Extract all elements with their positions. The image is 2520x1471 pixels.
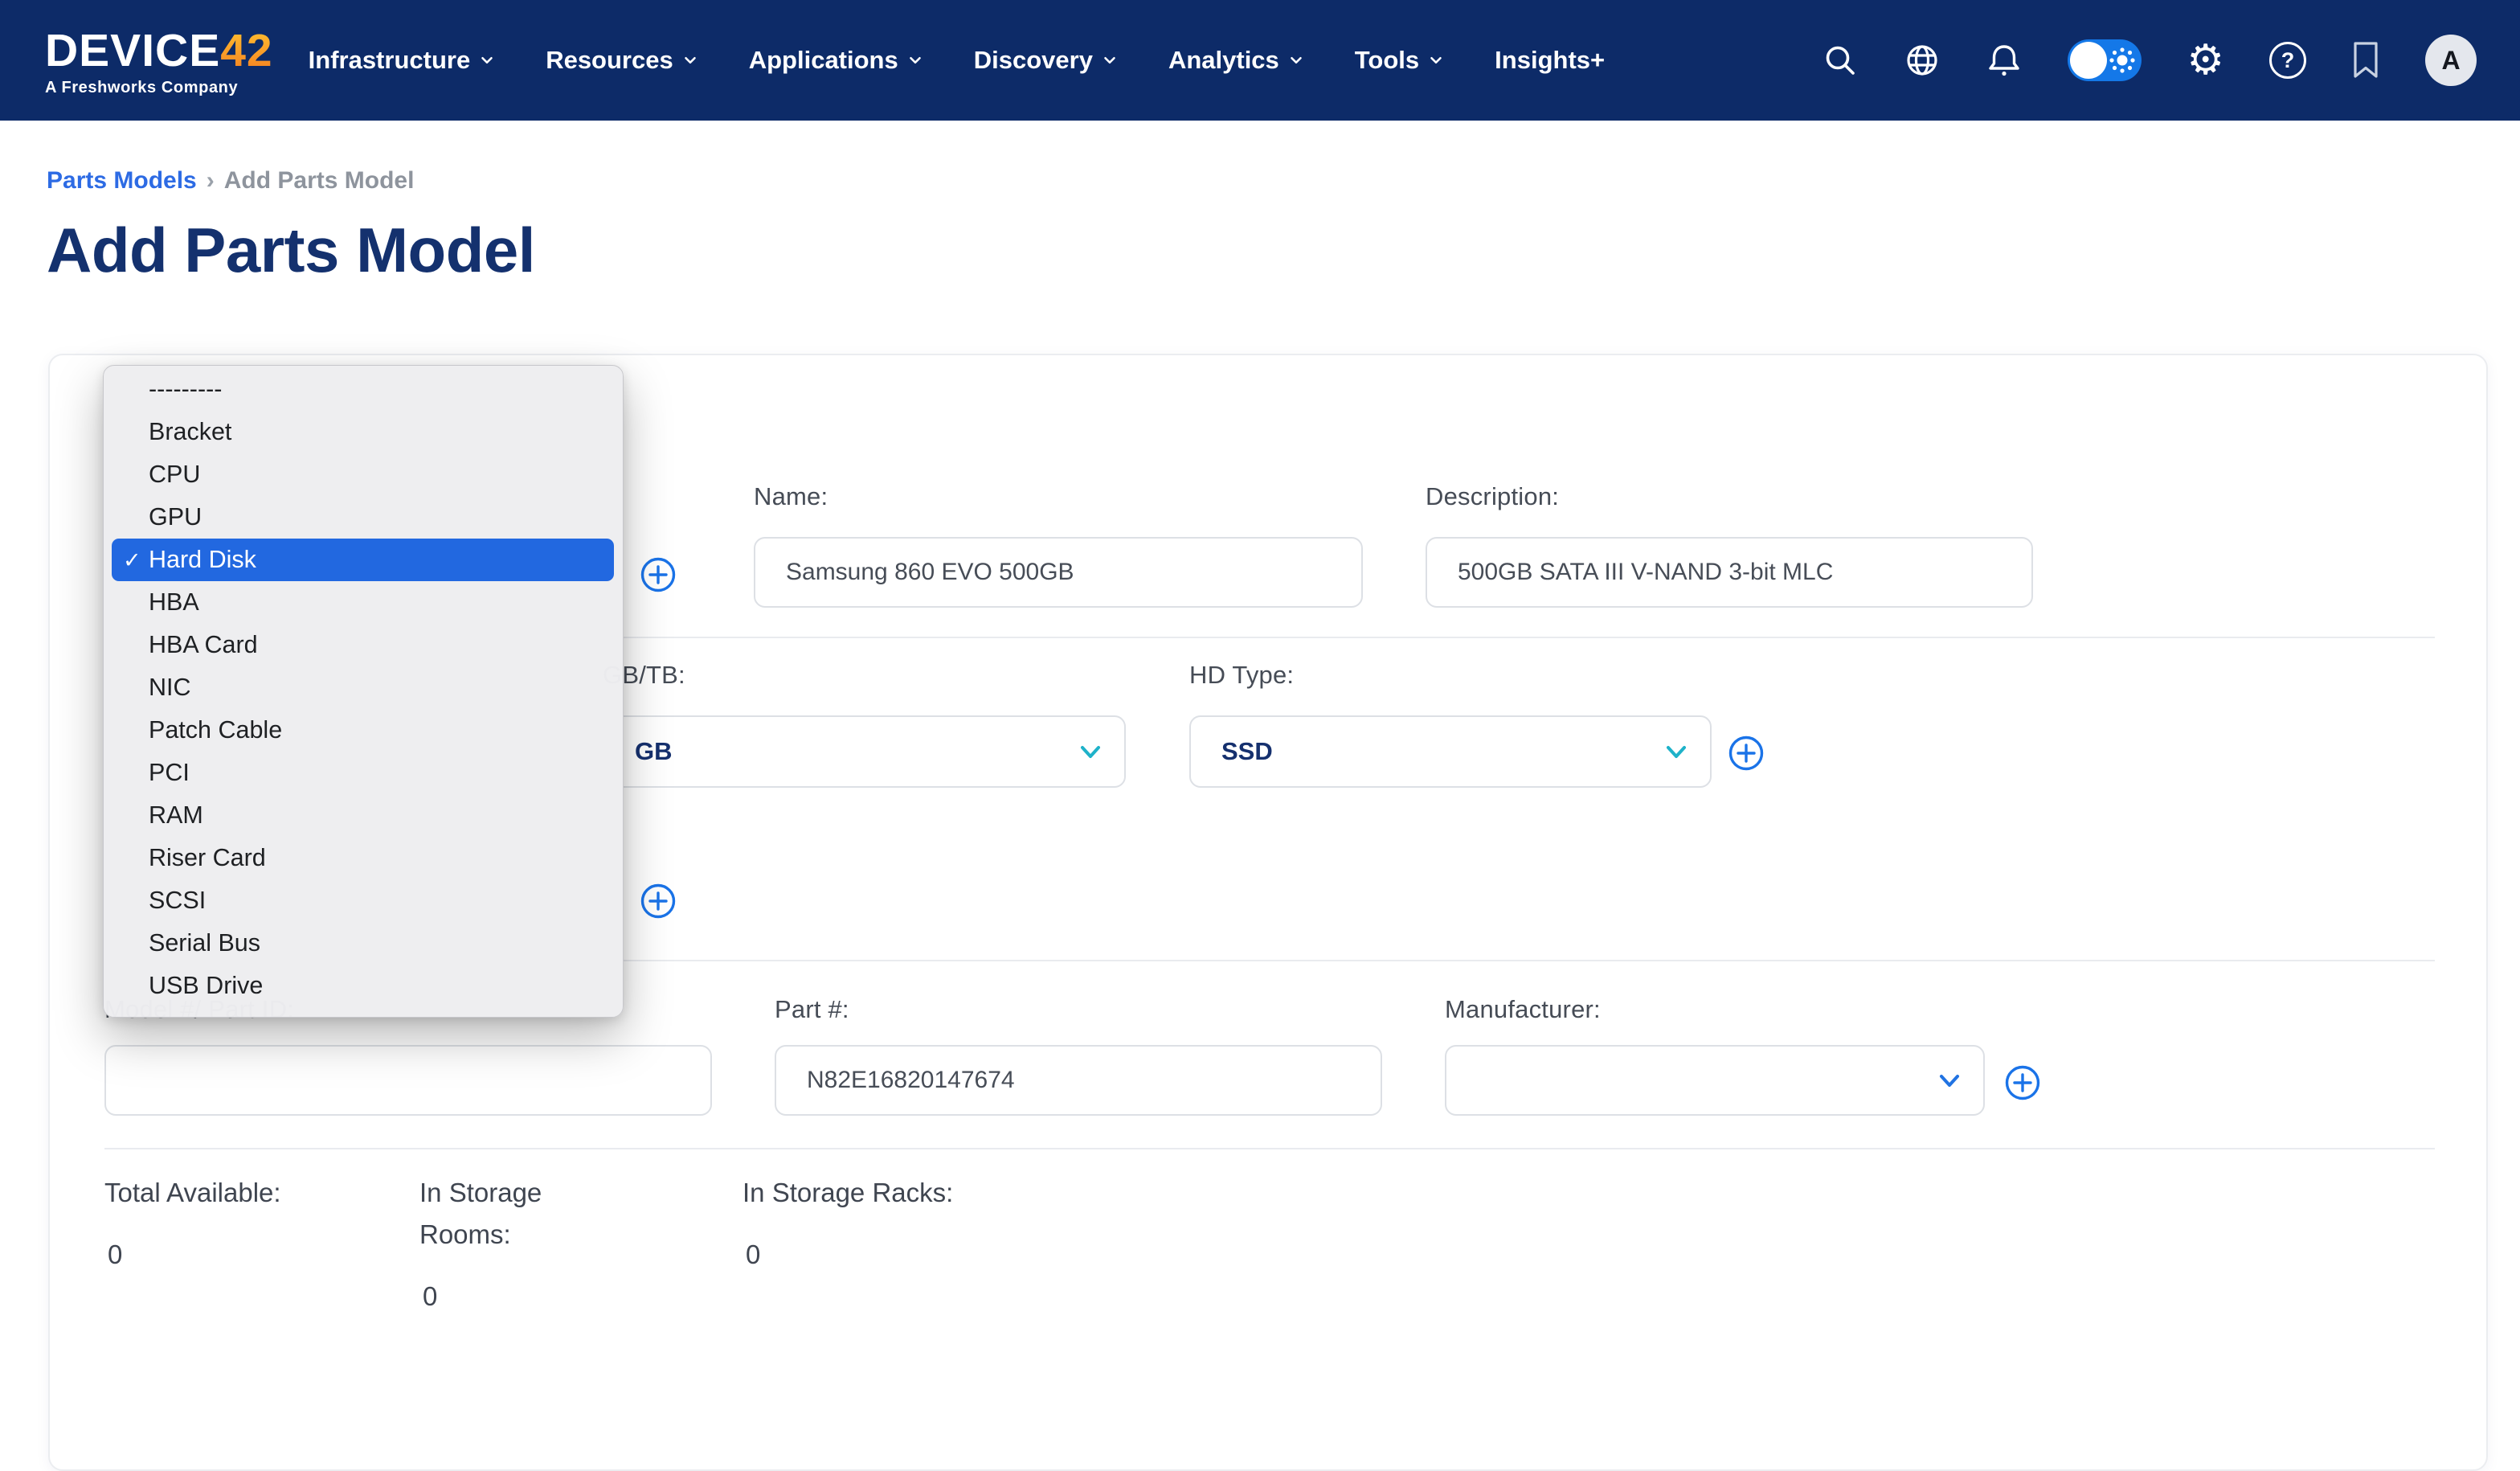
menu-infrastructure[interactable]: Infrastructure [309, 46, 497, 75]
part-number-field-group: Part #: [775, 995, 1382, 1116]
add-hdtype-plus-button[interactable] [1728, 735, 1765, 772]
description-input[interactable] [1426, 537, 2033, 608]
part-number-input[interactable] [775, 1045, 1382, 1116]
name-label: Name: [754, 482, 1363, 511]
help-icon[interactable] [2269, 42, 2306, 79]
chevron-down-icon [681, 51, 699, 69]
in-storage-racks-value: 0 [746, 1239, 760, 1270]
add-manufacturer-plus-button[interactable] [2004, 1064, 2041, 1101]
theme-toggle[interactable] [2068, 39, 2142, 81]
chevron-down-icon [906, 51, 924, 69]
manufacturer-select[interactable] [1445, 1045, 1985, 1116]
name-field-group: Name: [754, 482, 1363, 608]
menu-resources[interactable]: Resources [546, 46, 699, 75]
chevron-down-icon [1938, 1070, 1961, 1091]
menu-discovery[interactable]: Discovery [974, 46, 1119, 75]
part-number-label: Part #: [775, 995, 1382, 1024]
in-storage-rooms-value: 0 [423, 1281, 437, 1312]
dropdown-option-patch-cable[interactable]: Patch Cable [104, 709, 623, 752]
menu-applications[interactable]: Applications [749, 46, 924, 75]
user-avatar[interactable]: A [2425, 35, 2477, 86]
device42-logo[interactable]: DEVICE42 A Freshworks Company [45, 24, 273, 97]
hdtype-label: HD Type: [1189, 661, 1712, 690]
manufacturer-field-group: Manufacturer: [1445, 995, 1985, 1116]
dropdown-option-empty[interactable]: --------- [104, 368, 623, 411]
globe-icon[interactable] [1904, 42, 1941, 79]
manufacturer-label: Manufacturer: [1445, 995, 1985, 1024]
dropdown-option-usb-drive[interactable]: USB Drive [104, 965, 623, 1007]
hdtype-field-group: HD Type: SSD [1189, 661, 1712, 788]
chevron-down-icon [1665, 741, 1688, 762]
dropdown-option-hard-disk-selected[interactable]: Hard Disk [112, 539, 614, 581]
gbtb-select[interactable]: GB [603, 715, 1126, 788]
toggle-knob [2070, 42, 2107, 79]
add-type-plus-button[interactable] [640, 556, 677, 593]
dropdown-option-ram[interactable]: RAM [104, 794, 623, 837]
logo-subtitle: A Freshworks Company [45, 79, 273, 97]
breadcrumb: Parts Models › Add Parts Model [47, 167, 2520, 195]
model-part-id-input[interactable] [104, 1045, 712, 1116]
menu-insights[interactable]: Insights+ [1495, 46, 1605, 75]
breadcrumb-current: Add Parts Model [224, 167, 415, 195]
dropdown-option-pci[interactable]: PCI [104, 752, 623, 794]
sun-icon [2106, 44, 2138, 76]
hdtype-select[interactable]: SSD [1189, 715, 1712, 788]
add-row3-plus-button[interactable] [640, 883, 677, 920]
total-available-label: Total Available: [104, 1172, 281, 1214]
breadcrumb-parts-models-link[interactable]: Parts Models [47, 167, 197, 195]
bookmark-icon[interactable] [2351, 41, 2380, 80]
dropdown-option-serial-bus[interactable]: Serial Bus [104, 922, 623, 965]
menu-analytics[interactable]: Analytics [1168, 46, 1305, 75]
chevron-down-icon [1079, 741, 1102, 762]
description-field-group: Description: [1426, 482, 2033, 608]
chevron-down-icon [1427, 51, 1445, 69]
dropdown-option-nic[interactable]: NIC [104, 666, 623, 709]
section-divider [104, 1148, 2435, 1149]
name-input[interactable] [754, 537, 1363, 608]
dropdown-option-scsi[interactable]: SCSI [104, 879, 623, 922]
navbar-actions: ⚙ A [1822, 35, 2477, 86]
in-storage-racks-label: In Storage Racks: [742, 1172, 953, 1214]
dropdown-option-riser-card[interactable]: Riser Card [104, 837, 623, 879]
breadcrumb-separator: › [207, 167, 215, 195]
top-navbar: DEVICE42 A Freshworks Company Infrastruc… [0, 0, 2520, 121]
menu-tools[interactable]: Tools [1355, 46, 1445, 75]
chevron-down-icon [1287, 51, 1305, 69]
chevron-down-icon [478, 51, 496, 69]
dropdown-option-cpu[interactable]: CPU [104, 453, 623, 496]
description-label: Description: [1426, 482, 2033, 511]
dropdown-option-hba-card[interactable]: HBA Card [104, 624, 623, 666]
main-content: Parts Models › Add Parts Model Add Parts… [0, 167, 2520, 287]
chevron-down-icon [1101, 51, 1119, 69]
gbtb-field-group: GB/TB: GB [603, 661, 1126, 788]
gbtb-label: GB/TB: [603, 661, 1126, 690]
page-title: Add Parts Model [47, 214, 2520, 287]
settings-gear-icon[interactable]: ⚙ [2187, 39, 2224, 81]
type-dropdown-menu: --------- Bracket CPU GPU Hard Disk HBA … [103, 365, 624, 1018]
dropdown-option-gpu[interactable]: GPU [104, 496, 623, 539]
dropdown-option-hba[interactable]: HBA [104, 581, 623, 624]
dropdown-option-bracket[interactable]: Bracket [104, 411, 623, 453]
notifications-bell-icon[interactable] [1986, 42, 2023, 79]
search-icon[interactable] [1822, 42, 1859, 79]
in-storage-rooms-label: In Storage Rooms: [419, 1172, 588, 1256]
logo-accent-text: 42 [220, 24, 272, 77]
total-available-value: 0 [108, 1239, 122, 1270]
main-menu: Infrastructure Resources Applications Di… [309, 46, 1605, 75]
checkmark-icon [123, 546, 149, 574]
logo-brand-text: DEVICE [45, 24, 220, 77]
